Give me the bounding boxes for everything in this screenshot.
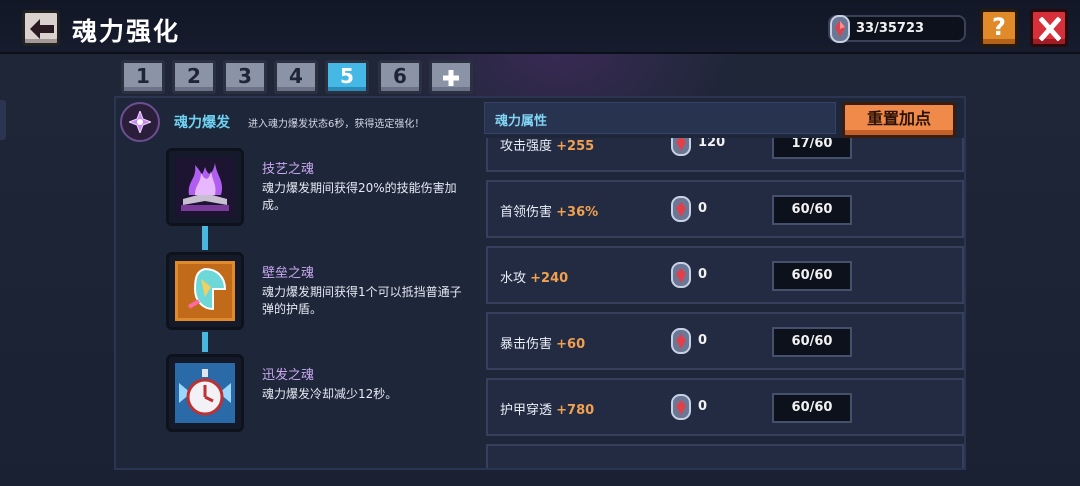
- soul-currency-value: 33/35723: [856, 21, 925, 36]
- attribute-bonus: +255: [556, 139, 595, 154]
- attribute-name-line: 护甲穿透 +780: [500, 399, 594, 418]
- soul-option-skill[interactable]: 技艺之魂 魂力爆发期间获得20%的技能伤害加成。: [166, 148, 486, 232]
- tab-2[interactable]: 2: [172, 60, 216, 94]
- attribute-name: 水攻: [500, 271, 527, 286]
- stopwatch-icon: [175, 363, 235, 423]
- add-tab-button[interactable]: [429, 60, 473, 94]
- tab-3[interactable]: 3: [223, 60, 267, 94]
- attributes-header: 魂力属性: [484, 102, 836, 134]
- soul-description: 魂力爆发期间获得20%的技能伤害加成。: [262, 181, 457, 212]
- attribute-name: 护甲穿透: [500, 403, 553, 418]
- attribute-level[interactable]: 60/60: [772, 195, 852, 225]
- top-bar: 魂力强化 33/35723 ?: [0, 0, 1080, 54]
- soul-gem-icon: [671, 138, 691, 156]
- attribute-name: 攻击强度: [500, 139, 553, 154]
- attribute-row-partial: [486, 444, 964, 468]
- soul-gem-icon: [671, 196, 691, 222]
- attribute-cost: 0: [698, 267, 708, 282]
- close-icon: [1039, 17, 1061, 41]
- burst-description: 进入魂力爆发状态6秒，获得选定强化！: [248, 119, 425, 130]
- tab-1[interactable]: 1: [121, 60, 165, 94]
- attribute-name-line: 水攻 +240: [500, 267, 568, 286]
- purple-flame-book-icon: [175, 157, 235, 217]
- soul-name: 壁垒之魂: [262, 266, 315, 281]
- back-arrow-icon: [30, 19, 54, 39]
- soul-name: 技艺之魂: [262, 162, 315, 177]
- left-edge-handle[interactable]: [0, 100, 6, 140]
- soul-gem-icon: [830, 15, 850, 43]
- attribute-name-line: 暴击伤害 +60: [500, 333, 585, 352]
- attribute-bonus: +240: [530, 271, 569, 286]
- burst-icon-frame: [120, 102, 160, 142]
- attribute-row: 首领伤害 +36% 0 60/60: [486, 180, 964, 238]
- attribute-level[interactable]: 60/60: [772, 261, 852, 291]
- soul-picture-frame: [166, 252, 244, 330]
- attribute-row: 护甲穿透 +780 0 60/60: [486, 378, 964, 436]
- tab-6[interactable]: 6: [378, 60, 422, 94]
- back-button[interactable]: [22, 10, 60, 46]
- attribute-name: 暴击伤害: [500, 337, 553, 352]
- soul-option-shield[interactable]: 壁垒之魂 魂力爆发期间获得1个可以抵挡普通子弹的护盾。: [166, 252, 486, 336]
- attribute-row: 暴击伤害 +60 0 60/60: [486, 312, 964, 370]
- attribute-row: 水攻 +240 0 60/60: [486, 246, 964, 304]
- soul-picture-frame: [166, 354, 244, 432]
- attribute-cost: 0: [698, 333, 708, 348]
- attribute-cost: 0: [698, 399, 708, 414]
- close-button[interactable]: [1030, 9, 1068, 47]
- soul-description: 魂力爆发冷却减少12秒。: [262, 387, 398, 401]
- tab-5[interactable]: 5: [325, 60, 369, 94]
- page-title: 魂力强化: [72, 17, 181, 46]
- attribute-list[interactable]: 攻击强度 +255 120 17/60 首领伤害 +36% 0 60/60 水攻…: [484, 138, 966, 468]
- soul-picture-frame: [166, 148, 244, 226]
- shield-icon: [175, 261, 235, 321]
- attribute-cost: 120: [698, 138, 726, 150]
- soul-gem-icon: [671, 262, 691, 288]
- burst-header: 魂力爆发 进入魂力爆发状态6秒，获得选定强化！: [116, 102, 478, 142]
- soul-currency-counter: 33/35723: [828, 15, 966, 43]
- tab-4[interactable]: 4: [274, 60, 318, 94]
- soul-option-speed[interactable]: 迅发之魂 魂力爆发冷却减少12秒。: [166, 354, 486, 438]
- help-button[interactable]: ?: [980, 9, 1018, 47]
- reset-points-button[interactable]: 重置加点: [842, 102, 956, 138]
- attribute-cost: 0: [698, 201, 708, 216]
- soul-enhance-panel: 魂力爆发 进入魂力爆发状态6秒，获得选定强化！ 技艺之魂 魂力爆发期间获得20%…: [114, 96, 966, 470]
- attribute-bonus: +60: [556, 337, 586, 352]
- attribute-level[interactable]: 60/60: [772, 327, 852, 357]
- soul-gem-icon: [671, 328, 691, 354]
- attribute-name-line: 首领伤害 +36%: [500, 201, 598, 220]
- soul-burst-icon: [129, 111, 151, 133]
- attribute-level[interactable]: 60/60: [772, 393, 852, 423]
- attribute-bonus: +36%: [556, 205, 599, 220]
- soul-description: 魂力爆发期间获得1个可以抵挡普通子弹的护盾。: [262, 285, 462, 316]
- attributes-header-label: 魂力属性: [495, 114, 548, 129]
- attribute-row: 攻击强度 +255 120 17/60: [486, 138, 964, 172]
- attribute-level[interactable]: 17/60: [772, 138, 852, 159]
- attribute-bonus: +780: [556, 403, 595, 418]
- burst-title: 魂力爆发: [174, 115, 230, 131]
- attribute-name: 首领伤害: [500, 205, 553, 220]
- attribute-name-line: 攻击强度 +255: [500, 138, 594, 154]
- soul-gem-icon: [671, 394, 691, 420]
- soul-name: 迅发之魂: [262, 368, 315, 383]
- plus-icon: [443, 70, 459, 86]
